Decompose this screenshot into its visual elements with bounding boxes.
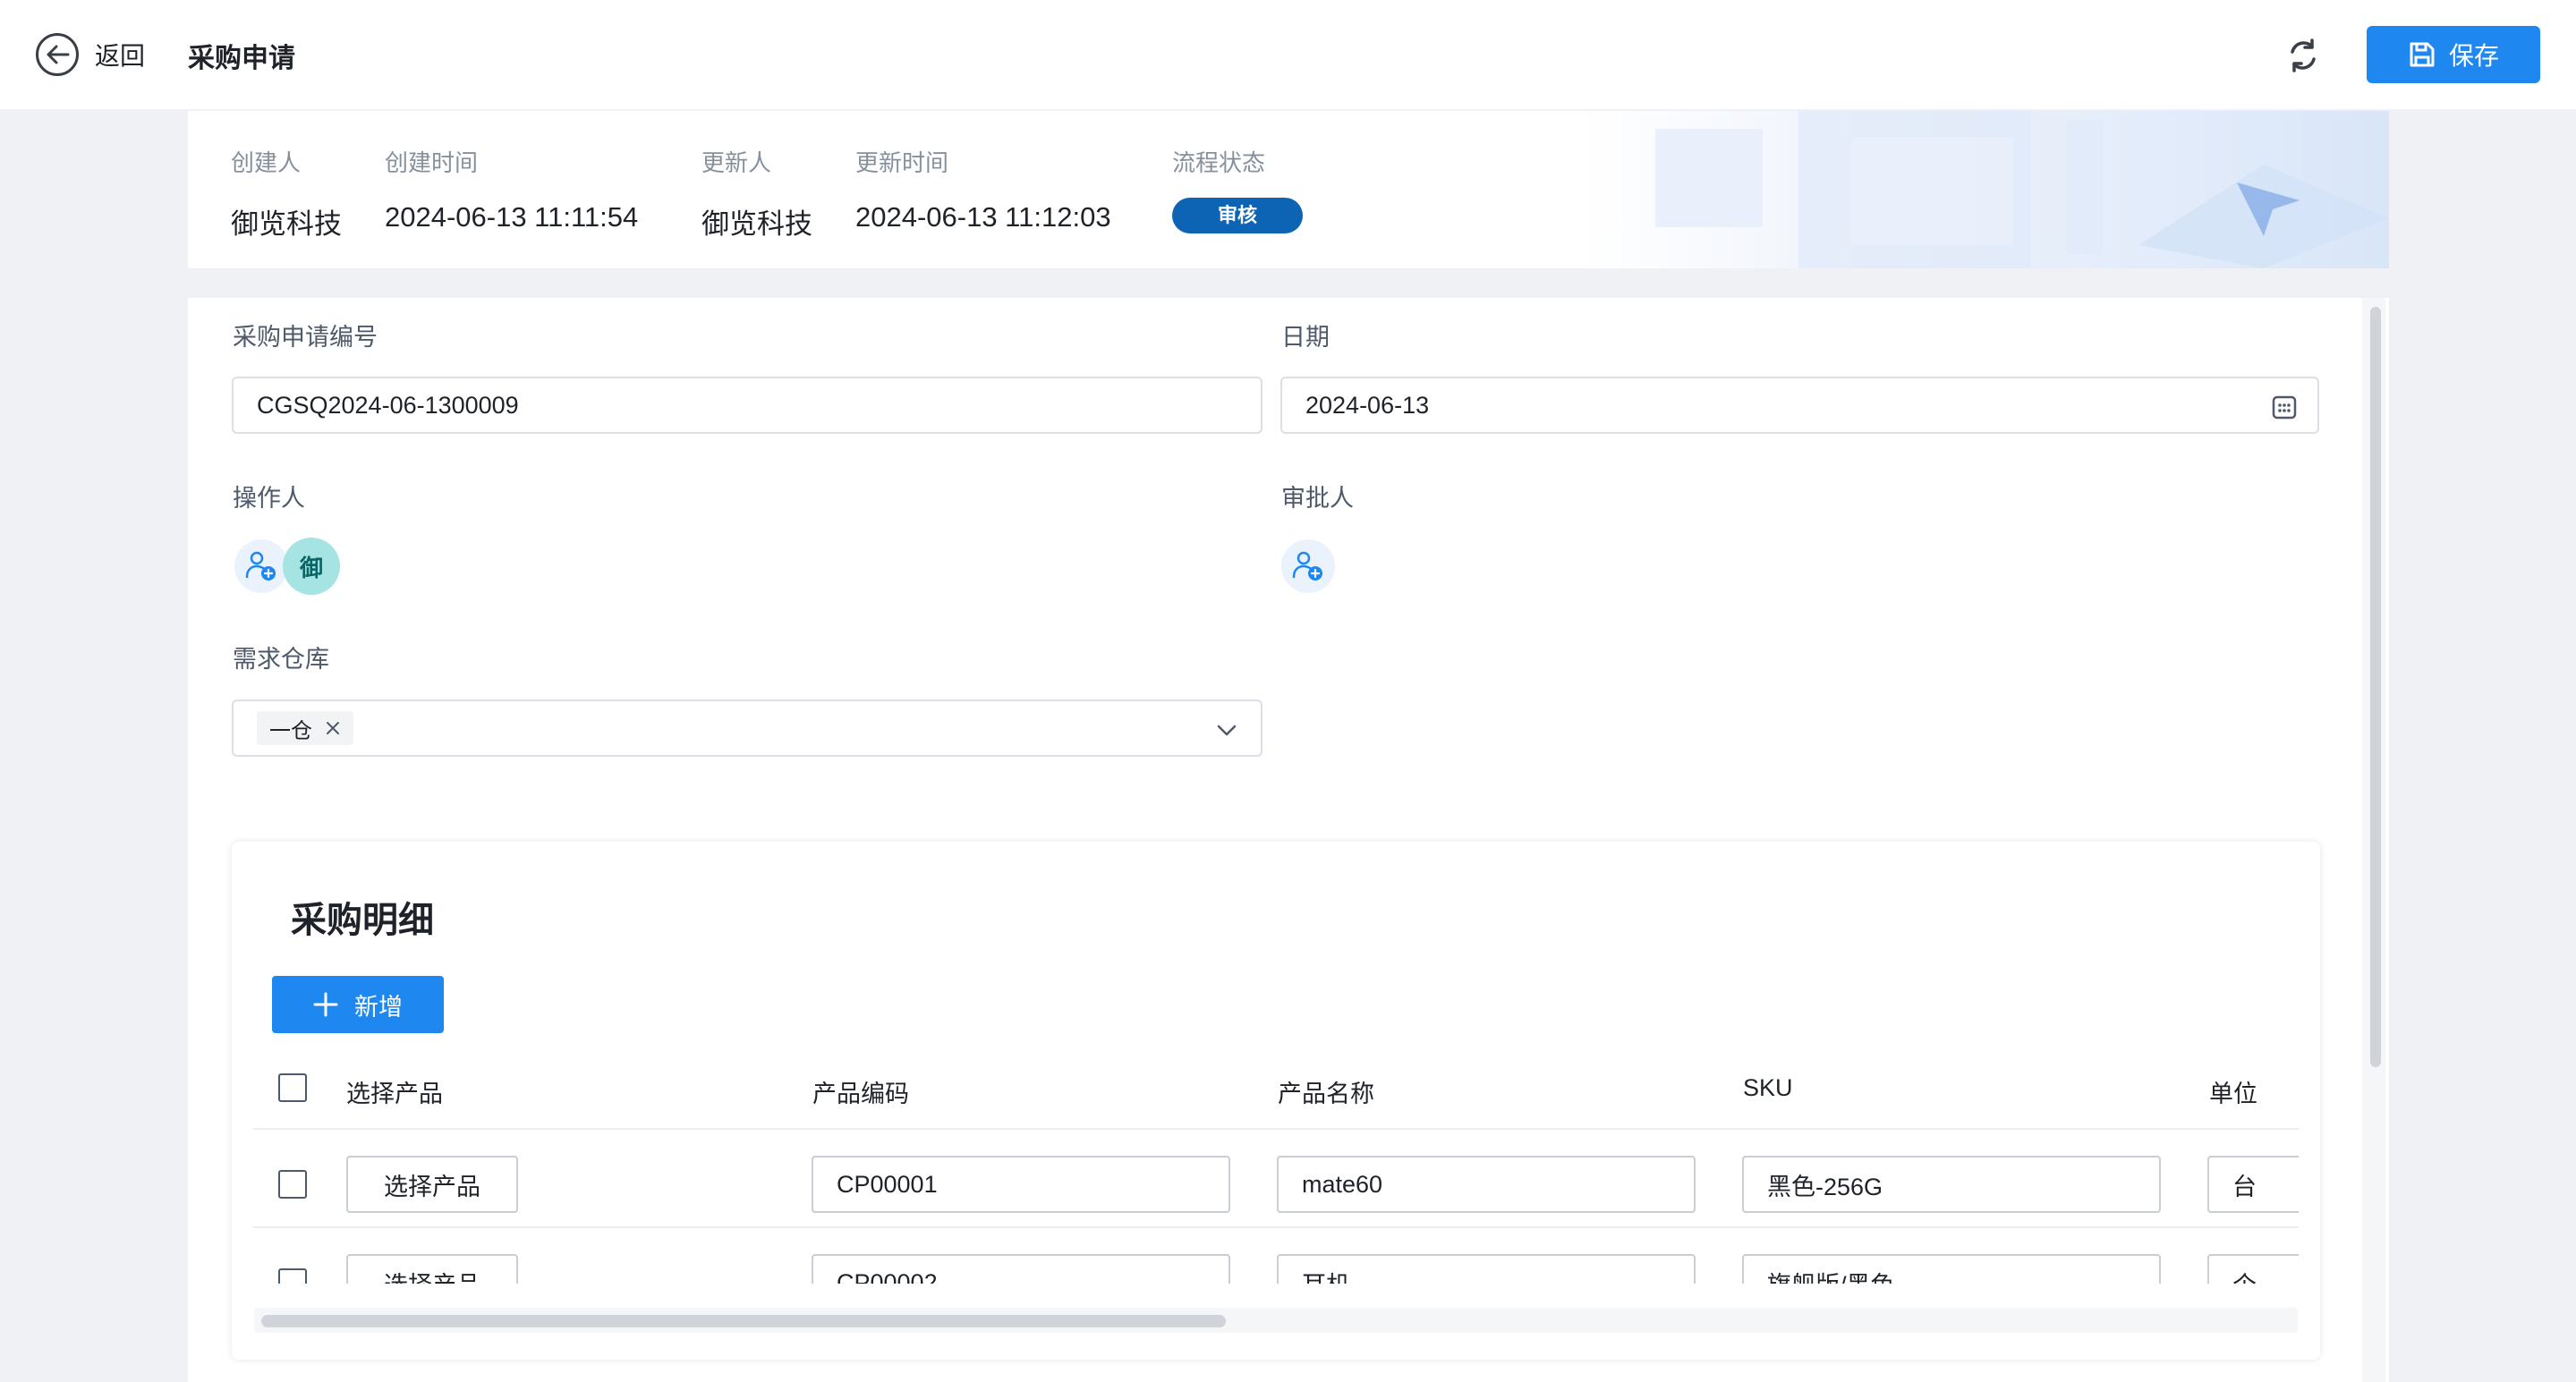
add-row-label: 新增 (354, 993, 403, 1021)
row-divider (253, 1128, 2299, 1130)
add-row-button[interactable]: 新增 (272, 976, 444, 1033)
date-label: 日期 (1281, 324, 1330, 351)
col-header-unit: 单位 (2209, 1081, 2257, 1107)
status-field: 流程状态 审核 (1172, 145, 1303, 233)
vertical-scrollbar-thumb[interactable] (2370, 307, 2381, 1067)
plus-icon (313, 992, 338, 1017)
row-checkbox[interactable] (278, 1170, 307, 1199)
purchase-detail-section: 采购明细 新增 选择产品 产品编码 产品名称 SKU 单位 选择产品 CP000… (232, 842, 2320, 1360)
back-label: 返回 (95, 42, 146, 70)
product-name-input[interactable]: mate60 (1277, 1156, 1696, 1213)
product-code-input[interactable]: CP00002 (812, 1254, 1230, 1284)
unit-value: 个 (2232, 1266, 2257, 1284)
date-picker[interactable]: 2024-06-13 (1280, 377, 2319, 434)
calendar-icon[interactable] (2271, 394, 2298, 420)
save-button[interactable]: 保存 (2367, 26, 2540, 83)
select-product-button[interactable]: 选择产品 (346, 1156, 518, 1213)
request-no-input[interactable]: CGSQ2024-06-1300009 (232, 377, 1262, 434)
refresh-button[interactable] (2283, 36, 2323, 75)
detail-title: 采购明细 (291, 901, 434, 940)
decorative-banner (1584, 111, 2389, 268)
add-user-icon (1292, 551, 1322, 581)
save-icon (2410, 42, 2435, 67)
updater-label: 更新人 (701, 149, 772, 176)
col-header-sku: SKU (1743, 1074, 1793, 1101)
created-time-label: 创建时间 (385, 149, 479, 176)
detail-table: 选择产品 产品编码 产品名称 SKU 单位 选择产品 CP00001 mate6… (253, 1047, 2299, 1284)
updated-time-label: 更新时间 (855, 149, 949, 176)
refresh-icon (2291, 38, 2316, 72)
operator-avatar[interactable]: 御 (283, 538, 340, 595)
unit-value: 台 (2232, 1173, 2257, 1200)
product-code-value: CP00001 (837, 1170, 938, 1198)
col-header-select: 选择产品 (346, 1081, 443, 1107)
unit-input[interactable]: 个 (2207, 1254, 2299, 1284)
updater-value: 御览科技 (701, 208, 812, 240)
add-approver-button[interactable] (1281, 539, 1335, 593)
back-arrow-icon (36, 33, 79, 76)
add-user-icon (245, 551, 276, 581)
created-time-field: 创建时间 2024-06-13 11:11:54 (385, 145, 638, 233)
unit-input[interactable]: 台 (2207, 1156, 2299, 1213)
request-no-label: 采购申请编号 (233, 324, 378, 351)
product-name-value: 耳机 (1302, 1266, 1350, 1284)
save-label: 保存 (2448, 42, 2499, 70)
horizontal-scrollbar-thumb[interactable] (261, 1315, 1226, 1327)
row-checkbox[interactable] (278, 1268, 307, 1284)
updated-time-value: 2024-06-13 11:12:03 (855, 201, 1111, 233)
creator-field: 创建人 御览科技 (231, 145, 342, 242)
sku-input[interactable]: 旗舰版/黑色 (1742, 1254, 2161, 1284)
col-header-name: 产品名称 (1278, 1081, 1374, 1107)
warehouse-tag-label: 一仓 (269, 718, 312, 743)
operator-label: 操作人 (233, 485, 305, 512)
product-code-input[interactable]: CP00001 (812, 1156, 1230, 1213)
product-name-value: mate60 (1302, 1170, 1383, 1198)
tag-close-icon[interactable] (325, 720, 341, 736)
updater-field: 更新人 御览科技 (701, 145, 812, 242)
page-title: 采购申请 (188, 44, 295, 73)
warehouse-tag: 一仓 (257, 711, 353, 745)
date-value: 2024-06-13 (1305, 391, 1430, 419)
top-header: 返回 采购申请 保存 (0, 0, 2576, 109)
col-header-code: 产品编码 (812, 1081, 909, 1107)
request-no-value: CGSQ2024-06-1300009 (257, 391, 519, 419)
updated-time-field: 更新时间 2024-06-13 11:12:03 (855, 145, 1111, 233)
select-all-checkbox[interactable] (278, 1073, 307, 1102)
warehouse-label: 需求仓库 (233, 646, 329, 673)
creator-value: 御览科技 (231, 208, 342, 240)
select-product-button[interactable]: 选择产品 (346, 1254, 518, 1284)
add-operator-button[interactable] (234, 539, 288, 593)
warehouse-select[interactable]: 一仓 (232, 699, 1262, 757)
status-badge: 审核 (1172, 198, 1303, 233)
creator-label: 创建人 (231, 149, 302, 176)
product-code-value: CP00002 (837, 1268, 938, 1284)
row-divider (253, 1226, 2299, 1228)
created-time-value: 2024-06-13 11:11:54 (385, 201, 639, 233)
product-name-input[interactable]: 耳机 (1277, 1254, 1696, 1284)
sku-value: 黑色-256G (1767, 1173, 1883, 1200)
back-button[interactable]: 返回 (36, 33, 145, 76)
approver-label: 审批人 (1281, 485, 1354, 512)
status-label: 流程状态 (1172, 149, 1266, 176)
record-info-card: 创建人 御览科技 创建时间 2024-06-13 11:11:54 更新人 御览… (188, 111, 2389, 268)
sku-input[interactable]: 黑色-256G (1742, 1156, 2161, 1213)
sku-value: 旗舰版/黑色 (1767, 1266, 1895, 1284)
chevron-down-icon (1217, 725, 1237, 736)
